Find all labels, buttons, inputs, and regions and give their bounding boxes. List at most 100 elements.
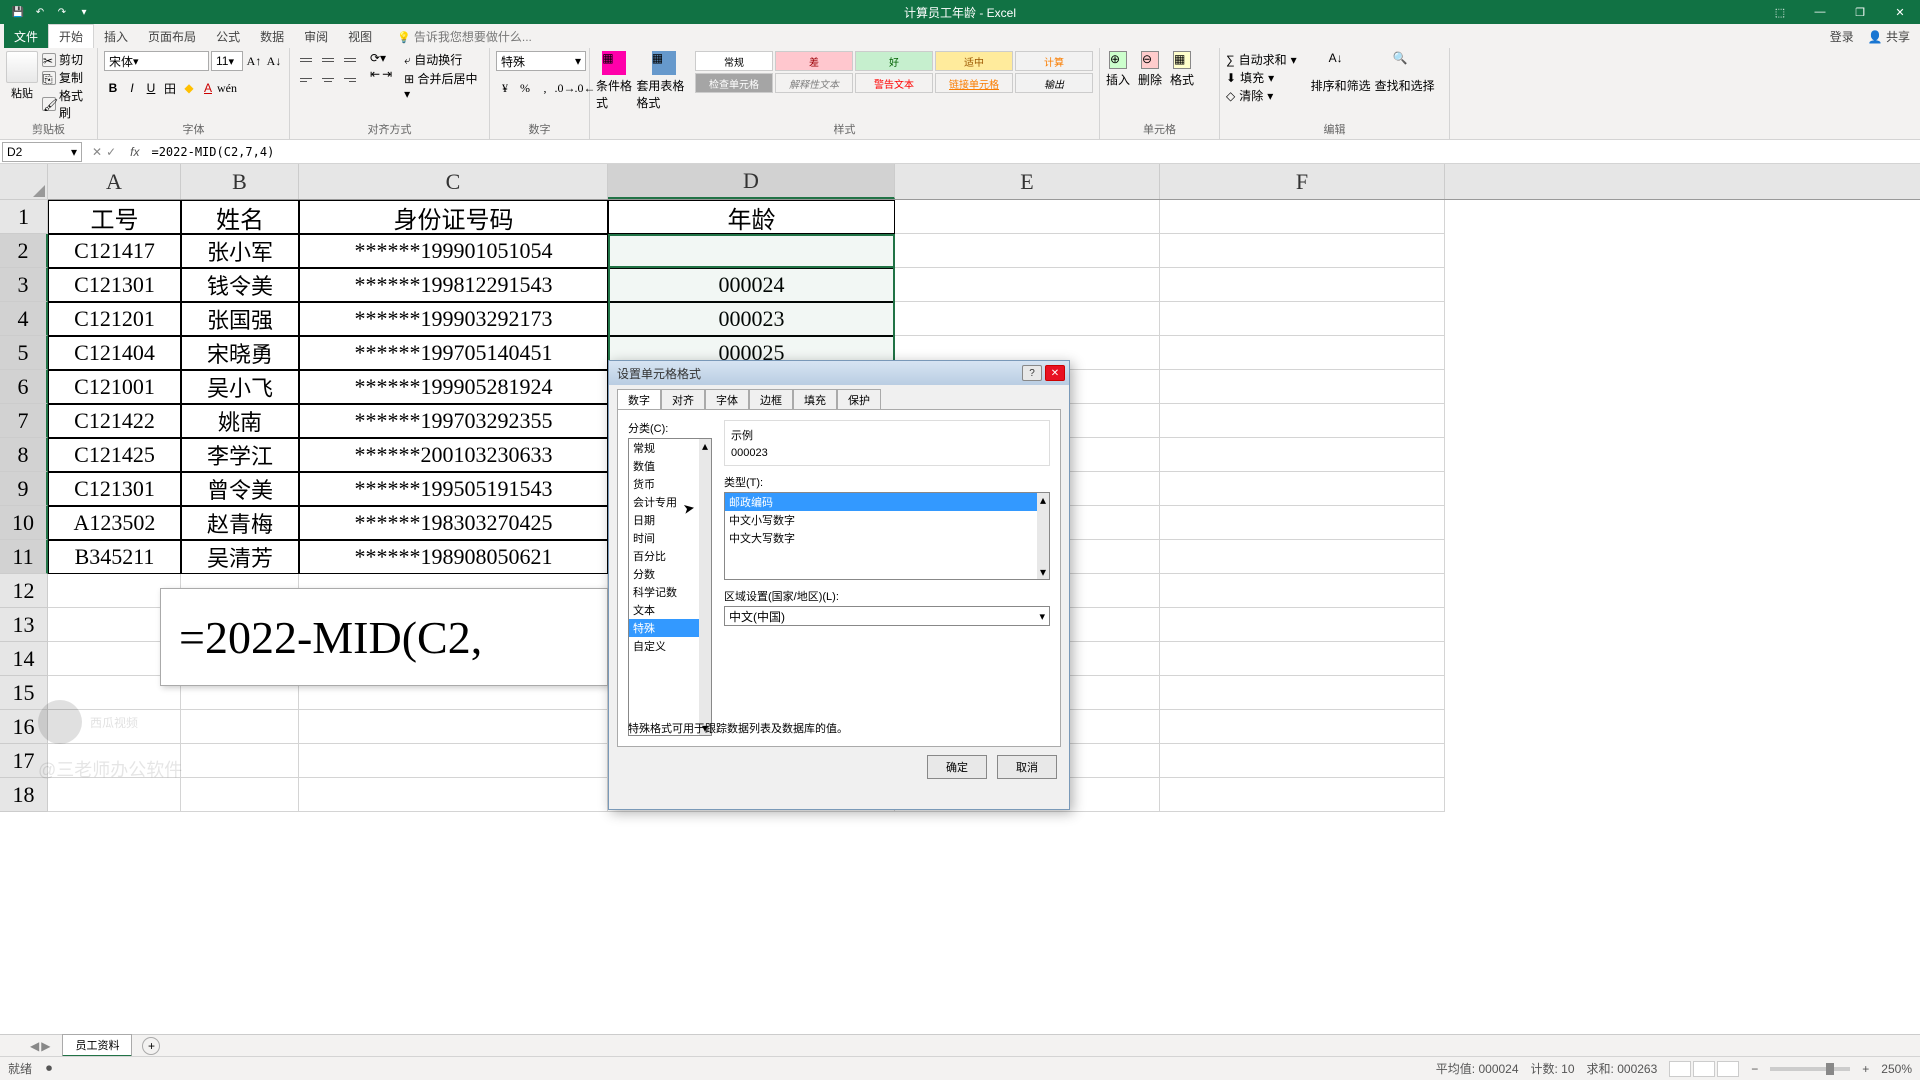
style-neutral[interactable]: 适中 <box>935 51 1013 71</box>
row-header-18[interactable]: 18 <box>0 778 48 812</box>
fill-color-button[interactable]: ◆ <box>180 79 198 97</box>
cell-A9[interactable]: C121301 <box>48 472 181 506</box>
type-item-2[interactable]: 中文大写数字 <box>725 529 1049 547</box>
cell-B18[interactable] <box>181 778 299 812</box>
cell-F9[interactable] <box>1160 472 1445 506</box>
cell-C4[interactable]: ******199903292173 <box>299 302 608 336</box>
format-cells-button[interactable]: ▦格式 <box>1170 51 1194 88</box>
fx-icon[interactable]: fx <box>124 145 145 159</box>
cell-F5[interactable] <box>1160 336 1445 370</box>
align-right-icon[interactable] <box>340 71 360 89</box>
dialog-tab-2[interactable]: 字体 <box>705 389 749 409</box>
decrease-font-icon[interactable]: A↓ <box>265 52 283 70</box>
sort-filter-button[interactable]: A↓排序和筛选 <box>1311 51 1371 94</box>
cell-E1[interactable] <box>895 200 1160 234</box>
tab-formulas[interactable]: 公式 <box>206 24 250 48</box>
zoom-slider[interactable] <box>1770 1067 1850 1071</box>
conditional-format-button[interactable]: ▦条件格式 <box>596 51 632 111</box>
cell-B5[interactable]: 宋晓勇 <box>181 336 299 370</box>
cell-F17[interactable] <box>1160 744 1445 778</box>
cell-B17[interactable] <box>181 744 299 778</box>
cell-F7[interactable] <box>1160 404 1445 438</box>
dialog-tab-0[interactable]: 数字 <box>617 389 661 409</box>
autosum-button[interactable]: ∑ 自动求和 ▾ <box>1226 51 1297 68</box>
comma-button[interactable]: , <box>536 79 554 97</box>
tab-view[interactable]: 视图 <box>338 24 382 48</box>
row-header-5[interactable]: 5 <box>0 336 48 370</box>
ok-button[interactable]: 确定 <box>927 755 987 779</box>
cell-B8[interactable]: 李学江 <box>181 438 299 472</box>
cell-F11[interactable] <box>1160 540 1445 574</box>
type-scrollbar[interactable]: ▴▾ <box>1037 493 1049 579</box>
format-painter-button[interactable]: 🖌格式刷 <box>42 87 91 121</box>
find-select-button[interactable]: 🔍查找和选择 <box>1375 51 1435 94</box>
cell-styles-gallery[interactable]: 常规 差 好 适中 计算 检查单元格 解释性文本 警告文本 链接单元格 输出 <box>695 51 1093 93</box>
row-header-14[interactable]: 14 <box>0 642 48 676</box>
style-bad[interactable]: 差 <box>775 51 853 71</box>
col-header-F[interactable]: F <box>1160 164 1445 199</box>
dialog-title-bar[interactable]: 设置单元格格式 ? ✕ <box>609 361 1069 385</box>
currency-button[interactable]: ¥ <box>496 79 514 97</box>
record-macro-icon[interactable]: ⏺ <box>46 1061 52 1076</box>
increase-indent-icon[interactable]: ⇥ <box>382 67 392 81</box>
col-header-E[interactable]: E <box>895 164 1160 199</box>
cell-F2[interactable] <box>1160 234 1445 268</box>
sheet-nav-next-icon[interactable]: ▶ <box>41 1039 50 1053</box>
list-scrollbar[interactable]: ▴▾ <box>699 439 711 735</box>
cancel-button[interactable]: 取消 <box>997 755 1057 779</box>
cell-A8[interactable]: C121425 <box>48 438 181 472</box>
zoom-in-icon[interactable]: + <box>1862 1062 1869 1076</box>
undo-icon[interactable]: ↶ <box>32 4 48 20</box>
share-button[interactable]: 👤 共享 <box>1868 28 1910 45</box>
cell-C10[interactable]: ******198303270425 <box>299 506 608 540</box>
type-list[interactable]: 邮政编码中文小写数字中文大写数字▴▾ <box>724 492 1050 580</box>
dialog-tab-5[interactable]: 保护 <box>837 389 881 409</box>
cell-B11[interactable]: 吴清芳 <box>181 540 299 574</box>
font-name-combo[interactable]: 宋体▾ <box>104 51 209 71</box>
cell-C7[interactable]: ******199703292355 <box>299 404 608 438</box>
cell-F16[interactable] <box>1160 710 1445 744</box>
dialog-help-icon[interactable]: ? <box>1022 365 1042 381</box>
enter-formula-icon[interactable]: ✓ <box>106 145 116 159</box>
tab-data[interactable]: 数据 <box>250 24 294 48</box>
type-item-1[interactable]: 中文小写数字 <box>725 511 1049 529</box>
cell-B1[interactable]: 姓名 <box>181 200 299 234</box>
row-header-1[interactable]: 1 <box>0 200 48 234</box>
cell-C8[interactable]: ******200103230633 <box>299 438 608 472</box>
style-calc[interactable]: 计算 <box>1015 51 1093 71</box>
cell-F8[interactable] <box>1160 438 1445 472</box>
style-link[interactable]: 链接单元格 <box>935 73 1013 93</box>
row-header-9[interactable]: 9 <box>0 472 48 506</box>
tab-insert[interactable]: 插入 <box>94 24 138 48</box>
paste-button[interactable] <box>6 51 38 83</box>
row-header-2[interactable]: 2 <box>0 234 48 268</box>
copy-button[interactable]: ⎘复制 <box>42 69 91 86</box>
cell-B3[interactable]: 钱令美 <box>181 268 299 302</box>
insert-cells-button[interactable]: ⊕插入 <box>1106 51 1130 88</box>
login-link[interactable]: 登录 <box>1830 28 1854 45</box>
cell-C3[interactable]: ******199812291543 <box>299 268 608 302</box>
cell-A6[interactable]: C121001 <box>48 370 181 404</box>
sheet-tab[interactable]: 员工资料 <box>62 1034 132 1057</box>
cell-C9[interactable]: ******199505191543 <box>299 472 608 506</box>
cell-F14[interactable] <box>1160 642 1445 676</box>
ribbon-options-icon[interactable]: ⬚ <box>1760 0 1800 24</box>
orientation-button[interactable]: ⟳▾ <box>370 51 392 65</box>
select-all-corner[interactable] <box>0 164 48 200</box>
qat-dropdown-icon[interactable]: ▾ <box>76 4 92 20</box>
style-good[interactable]: 好 <box>855 51 933 71</box>
cell-A5[interactable]: C121404 <box>48 336 181 370</box>
row-header-13[interactable]: 13 <box>0 608 48 642</box>
cell-A2[interactable]: C121417 <box>48 234 181 268</box>
number-format-combo[interactable]: 特殊▾ <box>496 51 586 71</box>
font-color-button[interactable]: A <box>199 79 217 97</box>
cell-D1[interactable]: 年龄 <box>608 200 895 234</box>
cell-C18[interactable] <box>299 778 608 812</box>
cell-C1[interactable]: 身份证号码 <box>299 200 608 234</box>
cell-F10[interactable] <box>1160 506 1445 540</box>
type-item-0[interactable]: 邮政编码 <box>725 493 1049 511</box>
cell-A3[interactable]: C121301 <box>48 268 181 302</box>
col-header-A[interactable]: A <box>48 164 181 199</box>
percent-button[interactable]: % <box>516 79 534 97</box>
row-header-4[interactable]: 4 <box>0 302 48 336</box>
